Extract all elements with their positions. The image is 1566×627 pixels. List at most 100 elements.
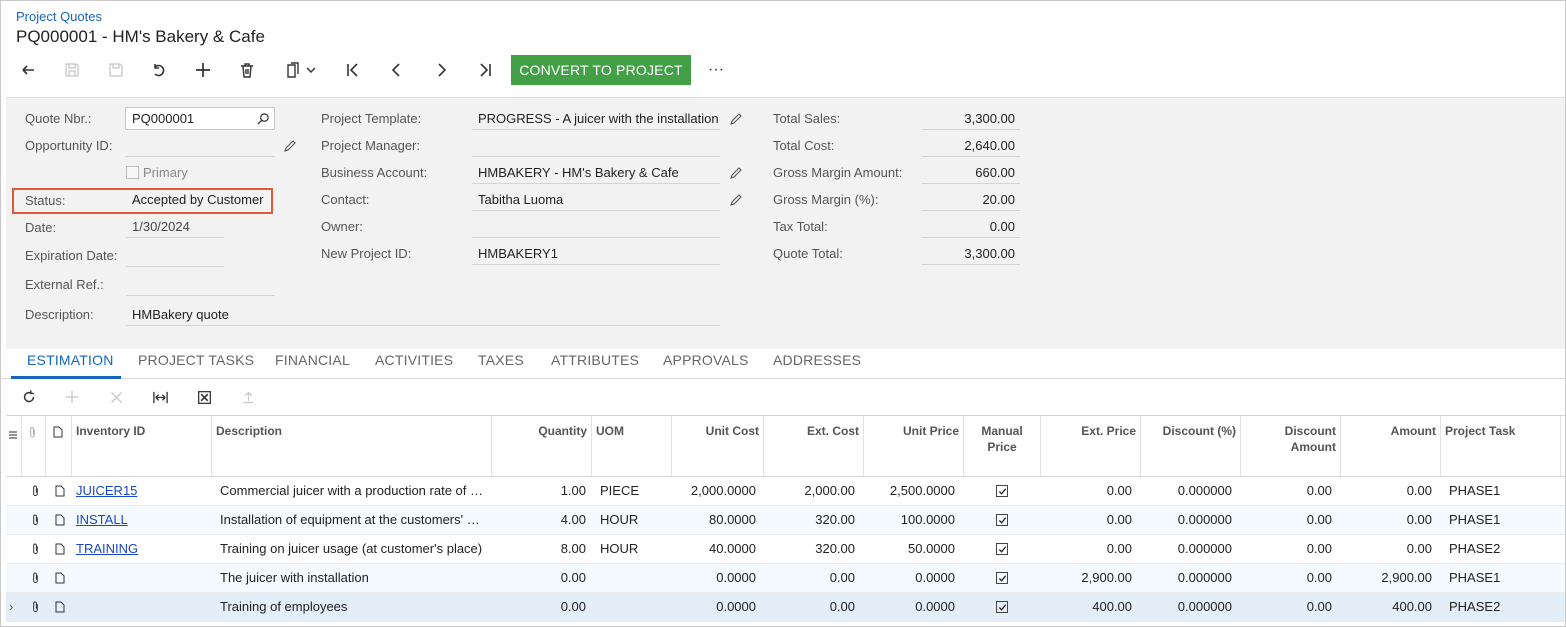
paperclip-icon[interactable]: [31, 485, 40, 497]
tab-taxes[interactable]: TAXES: [478, 352, 524, 368]
tab-project-tasks[interactable]: PROJECT TASKS: [138, 352, 254, 368]
col-ext-cost[interactable]: Ext. Cost: [764, 416, 864, 476]
tab-financial[interactable]: FINANCIAL: [275, 352, 350, 368]
opportunity-id-field[interactable]: [125, 135, 275, 157]
row-selector-header[interactable]: [6, 416, 22, 476]
page-title: PQ000001 - HM's Bakery & Cafe: [16, 27, 265, 46]
status-field[interactable]: Accepted by Customer: [126, 189, 271, 211]
tab-estimation[interactable]: ESTIMATION: [27, 352, 114, 368]
paperclip-icon: [30, 427, 35, 438]
table-row[interactable]: › Training of employees 0.00 0.0000 0.00 0.00…: [6, 593, 1565, 622]
manual-price-checkbox[interactable]: [996, 601, 1008, 613]
col-uom[interactable]: UOM: [592, 416, 672, 476]
edit-pencil-icon[interactable]: [729, 166, 743, 180]
project-template-field[interactable]: PROGRESS - A juicer with the installatio…: [472, 108, 720, 130]
total-sales-label: Total Sales:: [773, 111, 841, 126]
export-excel-icon[interactable]: [194, 388, 214, 406]
inventory-id-cell[interactable]: INSTALL: [76, 506, 206, 534]
add-icon[interactable]: [192, 58, 214, 82]
back-icon[interactable]: [17, 58, 39, 82]
table-row[interactable]: JUICER15 Commercial juicer with a product…: [6, 477, 1565, 506]
col-inventory-id[interactable]: Inventory ID: [72, 416, 212, 476]
external-ref-field[interactable]: [126, 274, 275, 296]
paperclip-icon[interactable]: [31, 514, 40, 526]
table-row[interactable]: INSTALL Installation of equipment at the …: [6, 506, 1565, 535]
col-unit-cost[interactable]: Unit Cost: [672, 416, 764, 476]
tab-activities[interactable]: ACTIVITIES: [375, 352, 453, 368]
date-field[interactable]: 1/30/2024: [126, 216, 224, 238]
col-manual-price[interactable]: Manual Price: [964, 416, 1041, 476]
paperclip-icon[interactable]: [31, 543, 40, 555]
inventory-id-cell[interactable]: [76, 564, 206, 592]
inventory-id-cell[interactable]: TRAINING: [76, 535, 206, 563]
status-label: Status:: [25, 193, 66, 208]
col-quantity[interactable]: Quantity: [492, 416, 592, 476]
edit-pencil-icon[interactable]: [729, 112, 743, 126]
discount-pct-cell: 0.000000: [1177, 570, 1232, 585]
inventory-id-cell[interactable]: JUICER15: [76, 477, 206, 505]
check-icon: [998, 487, 1006, 495]
tab-addresses[interactable]: ADDRESSES: [773, 352, 861, 368]
fit-columns-icon[interactable]: [150, 388, 170, 406]
quantity-cell: 4.00: [560, 512, 586, 527]
paperclip-icon[interactable]: [31, 601, 40, 613]
col-project-task[interactable]: Project Task: [1441, 416, 1561, 476]
more-icon[interactable]: ···: [704, 58, 728, 82]
col-amount[interactable]: Amount: [1341, 416, 1441, 476]
note-icon[interactable]: [55, 572, 65, 584]
breadcrumb[interactable]: Project Quotes: [16, 9, 102, 24]
description-field[interactable]: HMBakery quote: [126, 304, 720, 326]
project-task-cell: PHASE2: [1449, 541, 1501, 556]
manual-price-checkbox[interactable]: [996, 543, 1008, 555]
owner-field[interactable]: [472, 216, 720, 238]
paperclip-icon[interactable]: [31, 572, 40, 584]
first-record-icon[interactable]: [342, 58, 364, 82]
manual-price-checkbox[interactable]: [996, 514, 1008, 526]
edit-pencil-icon[interactable]: [729, 193, 743, 207]
convert-to-project-button[interactable]: CONVERT TO PROJECT: [511, 55, 691, 85]
quote-nbr-field[interactable]: PQ000001: [125, 107, 275, 130]
owner-label: Owner:: [321, 219, 363, 234]
quantity-cell: 0.00: [560, 599, 586, 614]
previous-record-icon[interactable]: [386, 58, 408, 82]
quote-total-label: Quote Total:: [773, 246, 843, 261]
note-icon[interactable]: [55, 601, 65, 613]
note-header: [46, 416, 72, 476]
note-icon[interactable]: [55, 485, 65, 497]
delete-row-icon[interactable]: [106, 388, 126, 406]
table-row[interactable]: TRAINING Training on juicer usage (at cus…: [6, 535, 1565, 564]
table-row[interactable]: The juicer with installation 0.00 0.0000 0.…: [6, 564, 1565, 593]
undo-icon[interactable]: [148, 58, 170, 82]
refresh-icon[interactable]: [19, 388, 39, 406]
unit-cost-cell: 2,000.0000: [690, 483, 756, 498]
project-manager-field[interactable]: [472, 135, 720, 157]
note-icon[interactable]: [55, 514, 65, 526]
add-row-icon[interactable]: [62, 388, 82, 406]
tab-approvals[interactable]: APPROVALS: [663, 352, 749, 368]
col-ext-price[interactable]: Ext. Price: [1041, 416, 1141, 476]
contact-field[interactable]: Tabitha Luoma: [472, 189, 720, 211]
primary-checkbox[interactable]: [126, 166, 139, 179]
save-icon[interactable]: [61, 58, 83, 82]
copy-paste-icon[interactable]: [281, 58, 319, 82]
col-discount-amount[interactable]: Discount Amount: [1241, 416, 1341, 476]
last-record-icon[interactable]: [474, 58, 496, 82]
new-project-id-field[interactable]: HMBAKERY1: [472, 243, 720, 265]
inventory-id-cell[interactable]: [76, 593, 206, 621]
save-close-icon[interactable]: [105, 58, 127, 82]
search-icon[interactable]: [257, 112, 270, 125]
edit-pencil-icon[interactable]: [283, 139, 297, 153]
tab-attributes[interactable]: ATTRIBUTES: [551, 352, 639, 368]
manual-price-checkbox[interactable]: [996, 485, 1008, 497]
next-record-icon[interactable]: [430, 58, 452, 82]
note-icon[interactable]: [55, 543, 65, 555]
upload-icon[interactable]: [238, 388, 258, 406]
col-discount-pct[interactable]: Discount (%): [1141, 416, 1241, 476]
col-unit-price[interactable]: Unit Price: [864, 416, 964, 476]
col-description[interactable]: Description: [212, 416, 492, 476]
amount-cell: 400.00: [1392, 599, 1432, 614]
expiration-date-field[interactable]: [126, 245, 224, 267]
delete-icon[interactable]: [236, 58, 258, 82]
manual-price-checkbox[interactable]: [996, 572, 1008, 584]
business-account-field[interactable]: HMBAKERY - HM's Bakery & Cafe: [472, 162, 720, 184]
